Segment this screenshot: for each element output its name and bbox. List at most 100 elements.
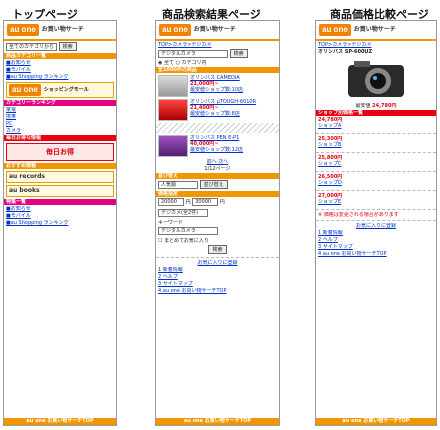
breadcrumb[interactable]: TOP>カメラ>デジカメ [318,42,434,48]
radio-category[interactable]: ○ カテゴリ内 [176,60,207,66]
shop-row[interactable]: 25,800円 ショップC [318,155,434,169]
menu-item[interactable]: 1 新着情報 [318,230,434,236]
menu-item[interactable]: 4 au one お買い物サーチTOP [318,251,434,257]
shop-name[interactable]: ショップC [318,161,434,167]
au-books-banner[interactable]: au books [6,185,114,197]
footer-bar[interactable]: au one お買い物サーチTOP [156,418,279,425]
keyword-label: キーワード [158,220,184,226]
feature-link[interactable]: ■au Shopping ランキング [6,220,114,226]
footer-bar[interactable]: au one お買い物サーチTOP [316,418,436,425]
au-one-logo[interactable]: au one [319,24,351,36]
camera-lens [370,73,386,89]
keyword-input[interactable]: デジタルカメラ [158,227,218,235]
lowest-price-row: 最安値 24,780円 [318,103,434,109]
shopping-mall-banner[interactable]: au one ショッピングモール [6,82,114,98]
sort-select[interactable]: 人気順 [158,180,198,189]
results-bar: 全1000件の商品 [156,67,279,73]
checkbox-icon[interactable]: ☐ [158,238,162,244]
paging-links[interactable]: 前へ 次へ [158,159,277,165]
product-shops[interactable]: 最安値ショップ数:8店 [190,111,277,117]
menu-item[interactable]: 2 ヘルプ [318,237,434,243]
scope-radios: ◉ 全て ○ カテゴリ内 [158,60,277,66]
price-max-input[interactable]: 30000 [192,198,219,206]
shop-row[interactable]: 27,000円 ショップE [318,193,434,207]
search-button[interactable]: 検索 [229,49,248,58]
product-item[interactable]: オリンパス PEN E-P1 40,000円~ 最安値ショップ数:12店 [158,135,277,157]
lens-reflection [373,76,377,80]
search-button-row: 検索 [158,245,277,255]
shop-name[interactable]: ショップB [318,142,434,148]
au-one-logo[interactable]: au one [159,24,191,36]
divider [316,152,436,153]
category-select[interactable]: 全てのカテゴリから [6,42,58,51]
feature-link[interactable]: ■モバイル [6,213,114,219]
sort-button[interactable]: 並び替え [199,180,228,189]
au-one-logo[interactable]: au one [7,24,39,36]
search-row: 全てのカテゴリから 検索 [6,42,114,52]
shop-name[interactable]: ショップD [318,180,434,186]
link-ranking[interactable]: ■au Shopping ランキング [6,74,114,80]
menu-item[interactable]: 3 サイトマップ [318,244,434,250]
top-page-screen: au one お買い物サーチ 全てのカテゴリから 検索 商品カテゴリ一覧 ■お知… [3,20,117,426]
service-name: お買い物サーチ [41,26,84,33]
favorite-link[interactable]: お気に入りに登録 [318,223,434,229]
camera-image [348,61,404,97]
daily-banner[interactable]: 毎日お得 [6,143,114,161]
rank-item[interactable]: PC [6,121,114,127]
camera-thumbnail [158,99,188,121]
checkbox-label: まとめてお気に入り [164,238,209,244]
category-select[interactable]: デジカメ(全2件) [158,209,208,217]
service-name: お買い物サーチ [193,26,236,33]
rank-item[interactable]: 家電 [6,107,114,113]
product-shops[interactable]: 最安値ショップ数:12店 [190,147,277,153]
price-unit: 円 [219,199,225,206]
breadcrumb[interactable]: TOP>カメラ>デジカメ [158,42,277,48]
shop-row[interactable]: 24,780円 ショップA [318,117,434,131]
price-min-input[interactable]: 20000 [158,198,184,206]
page-break-divider [156,123,279,133]
link-news[interactable]: ■お知らせ [6,60,114,66]
query-row: デジタルカメラ 検索 [158,49,277,59]
category-bar[interactable]: 商品カテゴリ一覧 [4,53,116,59]
sort-row: 人気順 並び替え [158,180,277,190]
query-input[interactable]: デジタルカメラ [158,49,228,58]
divider [316,190,436,191]
divider [316,171,436,172]
product-item[interactable]: オリンパス μTOUGH-6010R 21,400円~ 最安値ショップ数:8店 [158,99,277,121]
section-daily: 毎日お得な情報 [4,135,116,141]
section-ranking: カテゴリーランキング [4,100,116,106]
favorite-link[interactable]: お気に入りに登録 [158,260,277,266]
compare-page-screen: au one お買い物サーチ TOP>カメラ>デジカメ オリンパス SP-600… [315,20,437,426]
shop-row[interactable]: 26,500円 ショップD [318,174,434,188]
footer-bar[interactable]: au one お買い物サーチTOP [4,418,116,425]
feature-link[interactable]: ■お知らせ [6,206,114,212]
site-header: au one お買い物サーチ [4,21,116,41]
menu-item[interactable]: 2 ヘルプ [158,274,277,280]
search-button[interactable]: 検索 [58,42,77,51]
au-records-banner[interactable]: au records [6,171,114,183]
link-mobile[interactable]: ■モバイル [6,67,114,73]
rank-item[interactable]: 携帯 [6,114,114,120]
menu-item[interactable]: 3 サイトマップ [158,281,277,287]
product-info: オリンパス CAMEDIA 21,000円~ 最安値ショップ数:10店 [190,75,277,93]
price-row: 20000 円 30000 円 [158,198,277,208]
site-header: au one お買い物サーチ [316,21,436,41]
au-one-logo-small: au one [9,84,41,96]
radio-all[interactable]: ◉ 全て [158,60,174,66]
shop-row[interactable]: 25,300円 ショップB [318,136,434,150]
price-unit: 円 [185,199,191,206]
checkbox-row[interactable]: ☐ まとめてお気に入り [158,238,277,244]
product-item[interactable]: オリンパス CAMEDIA 21,000円~ 最安値ショップ数:10店 [158,75,277,97]
product-info: オリンパス μTOUGH-6010R 21,400円~ 最安値ショップ数:8店 [190,99,277,117]
product-shops[interactable]: 最安値ショップ数:10店 [190,87,277,93]
shop-name[interactable]: ショップE [318,199,434,205]
category-row: デジカメ(全2件) [158,209,277,219]
page-info: 1/12ページ [204,166,231,172]
menu-item[interactable]: 4 au one お買い物サーチTOP [158,288,277,294]
shopping-mall-label: ショッピングモール [43,87,89,93]
search-submit-button[interactable]: 検索 [208,245,227,254]
menu-item[interactable]: 1 新着情報 [158,267,277,273]
shop-name[interactable]: ショップA [318,123,434,129]
rank-item[interactable]: カメラ [6,128,114,134]
section-recommend: おすすめ情報 [4,163,116,169]
